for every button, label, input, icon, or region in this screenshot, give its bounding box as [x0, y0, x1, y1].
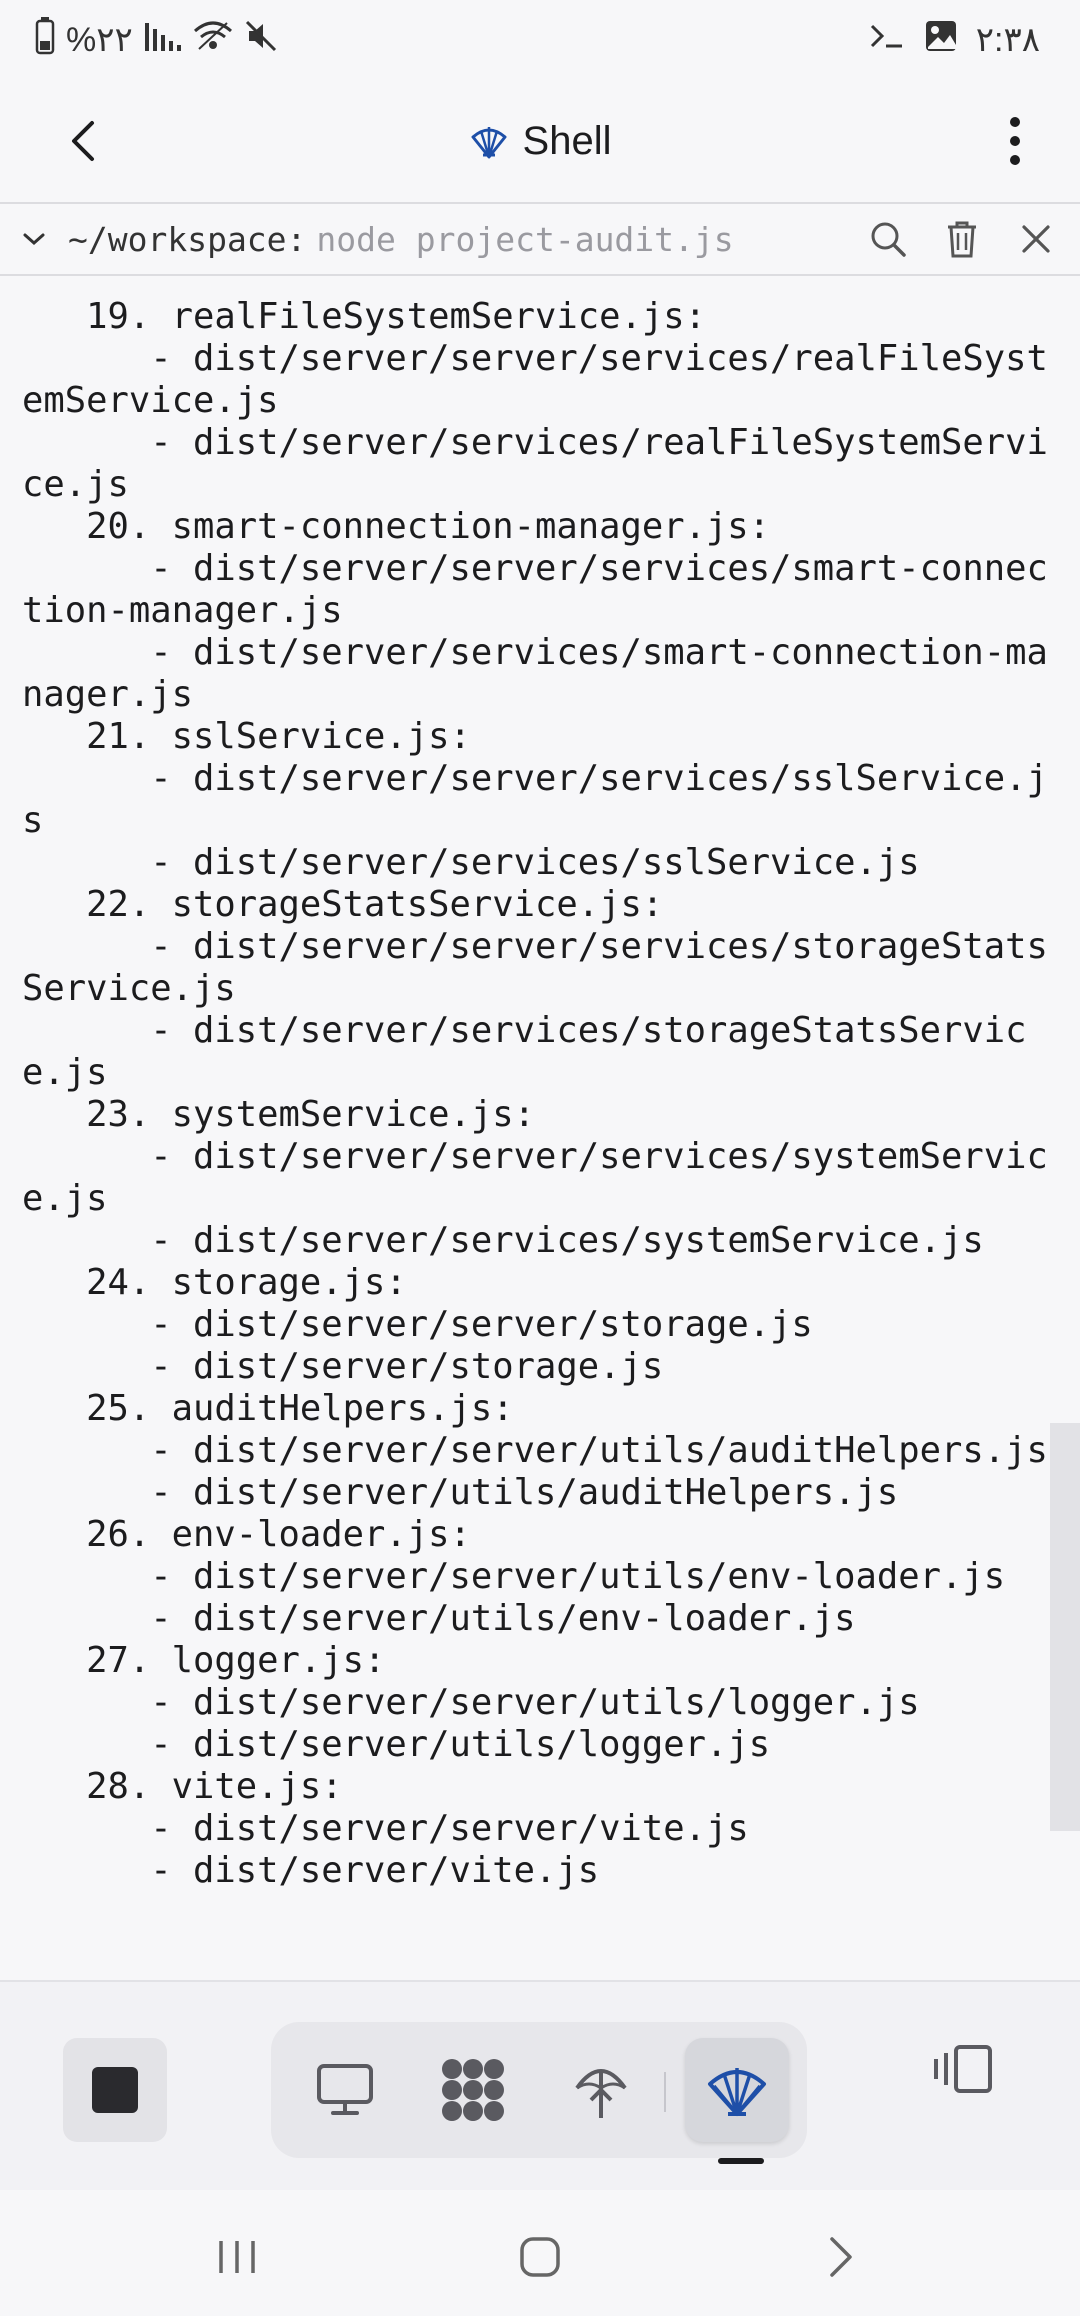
command-bar: ~/workspace: node project-audit.js: [0, 204, 1080, 276]
tool-tabs: [271, 2022, 807, 2158]
tab-divider: [664, 2072, 666, 2112]
search-button[interactable]: [864, 215, 912, 263]
terminal-output[interactable]: 19. realFileSystemService.js: - dist/ser…: [0, 278, 1080, 1978]
clear-button[interactable]: [938, 215, 986, 263]
title-group: Shell: [0, 106, 1080, 176]
recent-apps-button[interactable]: [202, 2222, 272, 2292]
gallery-icon: [924, 19, 958, 62]
shell-logo-icon: [471, 127, 507, 159]
bottom-dock: [0, 1980, 1080, 2190]
back-nav-button[interactable]: [806, 2222, 876, 2292]
running-command: node project-audit.js: [316, 219, 734, 259]
tab-shell[interactable]: [685, 2038, 789, 2142]
pane-switcher-button[interactable]: [928, 2034, 998, 2104]
clock: ۲:۳۸: [975, 21, 1040, 59]
system-nav-bar: [0, 2190, 1080, 2316]
more-options-button[interactable]: [990, 106, 1040, 176]
page-title: Shell: [522, 118, 612, 163]
wifi-icon: [193, 19, 233, 62]
command-actions: [864, 204, 1060, 274]
command-line: ~/workspace: node project-audit.js: [22, 204, 734, 274]
split-view-icon: [934, 2045, 992, 2093]
signal-icon: [143, 19, 183, 62]
close-button[interactable]: [1012, 215, 1060, 263]
search-icon: [871, 222, 906, 257]
close-icon: [1022, 225, 1050, 253]
terminal-status-icon: [868, 20, 906, 61]
home-icon: [520, 2237, 560, 2277]
status-bar-left: %۲۲: [34, 16, 279, 64]
home-button[interactable]: [505, 2222, 575, 2292]
more-vertical-icon: [1010, 117, 1020, 165]
stop-button[interactable]: [63, 2038, 167, 2142]
status-bar-right: ۲:۳۸: [868, 18, 1040, 62]
grid-icon: [442, 2059, 504, 2121]
chevron-right-icon: [830, 2237, 852, 2277]
mute-icon: [243, 18, 279, 63]
tab-deployments[interactable]: [549, 2038, 653, 2142]
scrollbar-thumb[interactable]: [1050, 1423, 1080, 1831]
deploy-icon: [575, 2069, 627, 2118]
app-bar: Shell: [0, 80, 1080, 204]
recent-apps-icon: [219, 2241, 255, 2273]
tab-workflows[interactable]: [421, 2038, 525, 2142]
working-directory: ~/workspace:: [68, 219, 307, 259]
chevron-down-icon[interactable]: [22, 222, 56, 256]
monitor-icon: [317, 2064, 373, 2115]
active-tab-indicator: [718, 2158, 764, 2164]
stop-icon: [92, 2067, 138, 2113]
terminal-text: 19. realFileSystemService.js: - dist/ser…: [22, 296, 1048, 1891]
shell-icon: [708, 2068, 766, 2116]
tab-console[interactable]: [293, 2038, 397, 2142]
status-bar: %۲۲ ۲:۳۸: [0, 0, 1080, 80]
trash-icon: [948, 221, 976, 258]
battery-percent: %۲۲: [66, 21, 133, 59]
battery-icon: [34, 16, 56, 64]
